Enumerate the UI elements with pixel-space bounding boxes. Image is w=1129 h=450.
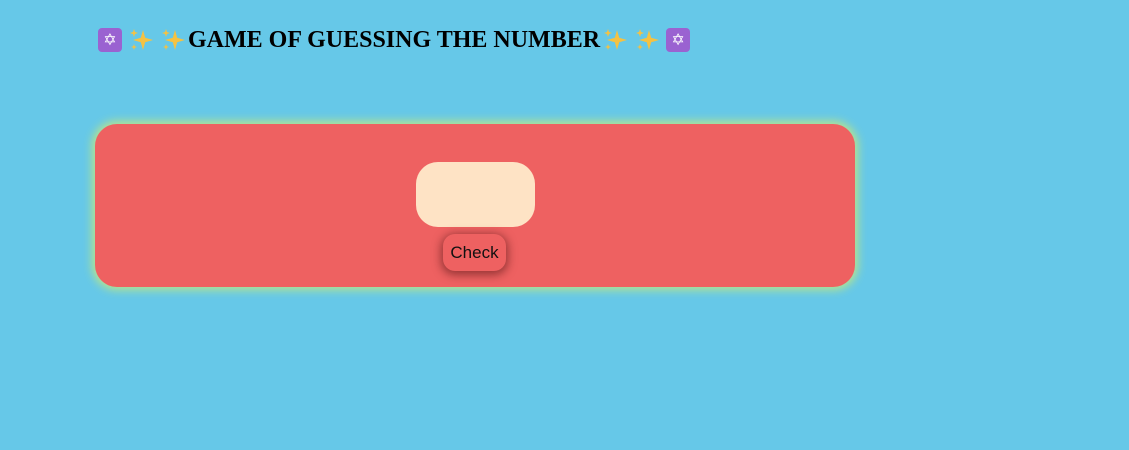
page-title-row: ✡ GAME OF GUESSING THE NUMBER ✡ [98, 26, 691, 53]
sparkles-icon [634, 27, 660, 53]
six-pointed-star-icon: ✡ [98, 28, 122, 52]
sparkles-icon [128, 27, 154, 53]
check-button[interactable]: Check [443, 234, 506, 271]
page-title: GAME OF GUESSING THE NUMBER [188, 26, 601, 53]
six-pointed-star-icon: ✡ [666, 28, 691, 52]
sparkles-icon [602, 27, 628, 53]
game-card: Check [95, 124, 855, 287]
guess-input[interactable] [416, 162, 535, 227]
sparkles-icon [160, 27, 186, 53]
